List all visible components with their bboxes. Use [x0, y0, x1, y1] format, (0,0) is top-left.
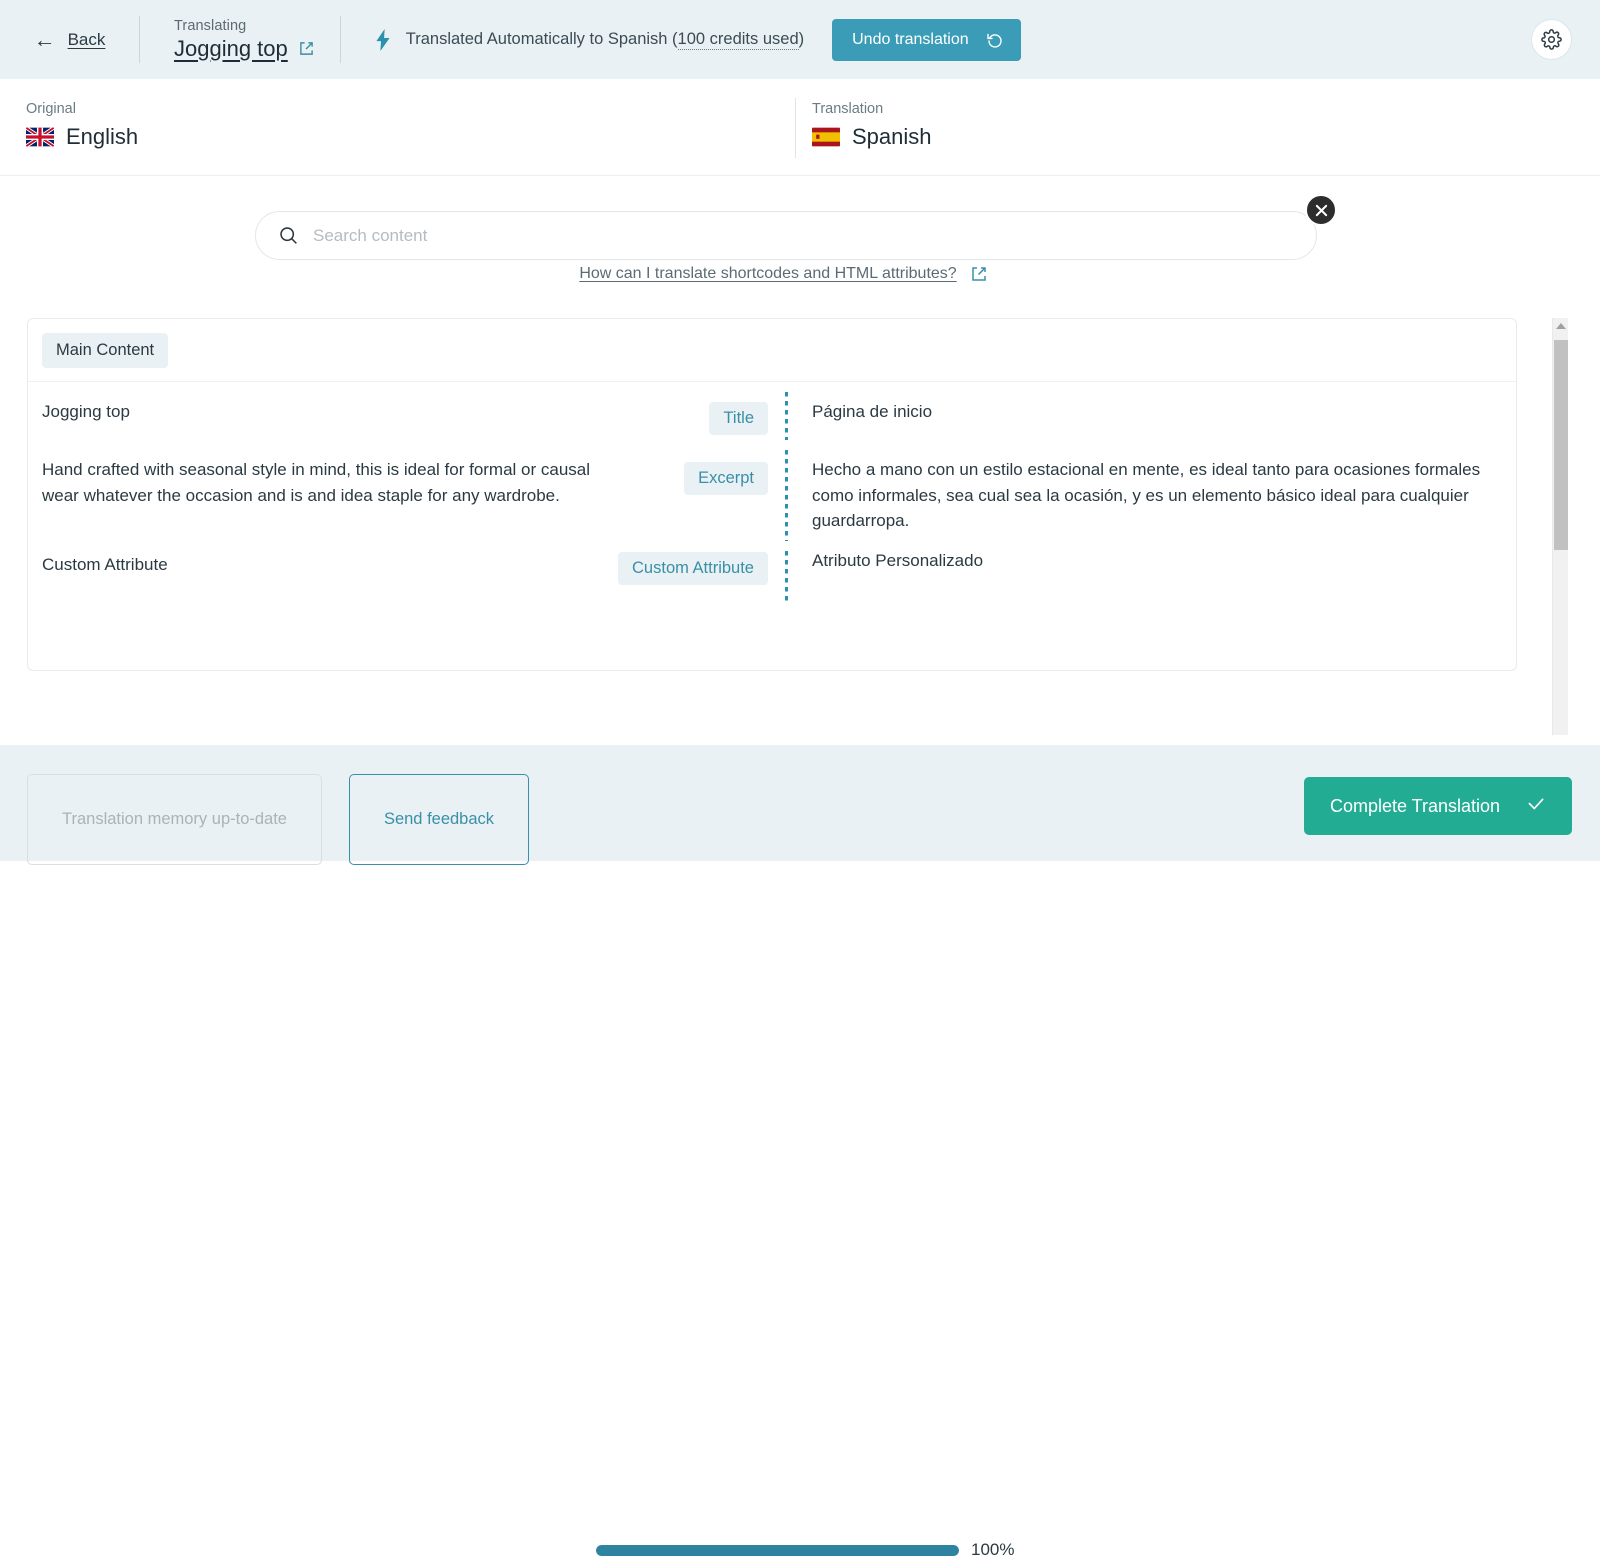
language-divider: [795, 98, 796, 158]
search-icon: [278, 225, 299, 246]
source-text: Jogging top: [42, 402, 130, 421]
top-header-bar: ← Back Translating Jogging top Translate…: [0, 0, 1600, 79]
translation-status-group: Translated Automatically to Spanish (100…: [341, 18, 1021, 61]
table-row: Custom Attribute Custom Attribute Atribu…: [28, 541, 1516, 603]
source-text: Hand crafted with seasonal style in mind…: [42, 460, 591, 505]
target-text[interactable]: Atributo Personalizado: [788, 541, 1516, 574]
close-icon: [1315, 204, 1327, 216]
translating-group: Translating Jogging top: [140, 0, 340, 79]
content-scrollbar[interactable]: [1552, 318, 1568, 735]
original-language-name: English: [66, 124, 139, 149]
target-text[interactable]: Hecho a mano con un estilo estacional en…: [788, 440, 1516, 534]
external-link-icon[interactable]: [299, 41, 314, 56]
translating-caption: Translating: [174, 17, 247, 34]
scroll-up-arrow-icon[interactable]: [1553, 318, 1569, 334]
progress-group: 100%: [596, 1540, 1014, 1560]
status-suffix: ): [798, 30, 805, 48]
help-link-row: How can I translate shortcodes and HTML …: [0, 265, 1566, 283]
progress-bar-track: [596, 1544, 959, 1556]
shortcodes-help-link[interactable]: How can I translate shortcodes and HTML …: [579, 265, 956, 283]
field-label-chip: Title: [709, 402, 768, 435]
undo-translation-label: Undo translation: [852, 30, 969, 48]
complete-translation-label: Complete Translation: [1329, 795, 1501, 816]
flag-uk-icon: [26, 127, 54, 147]
translation-caption: Translation: [812, 101, 884, 117]
original-language-block: Original English: [26, 101, 138, 150]
section-header-row: Main Content: [28, 319, 1516, 382]
field-chip-cell: Excerpt: [603, 440, 785, 495]
lightning-bolt-icon: [374, 28, 392, 51]
arrow-left-icon: ←: [33, 26, 56, 52]
back-button[interactable]: ← Back: [0, 0, 139, 79]
footer-bar: Translation memory up-to-date Send feedb…: [0, 745, 1600, 1559]
progress-bar-fill: [596, 1544, 959, 1556]
undo-arrow-icon: [986, 32, 1003, 48]
flag-spain-icon: [812, 127, 840, 147]
complete-translation-button[interactable]: Complete Translation: [1304, 777, 1572, 835]
search-box[interactable]: [255, 211, 1317, 260]
close-search-button[interactable]: [1305, 194, 1337, 226]
translation-language-block: Translation Spanish: [812, 101, 932, 150]
field-chip-cell: Title: [603, 382, 785, 435]
translating-title-link[interactable]: Jogging top: [174, 36, 288, 62]
credits-used-tooltip[interactable]: 100 credits used: [677, 30, 799, 50]
gear-icon: [1541, 29, 1562, 50]
original-caption: Original: [26, 101, 76, 117]
settings-gear-button[interactable]: [1531, 19, 1572, 60]
status-prefix: Translated Automatically to Spanish (: [405, 30, 678, 48]
checkmark-icon: [1528, 798, 1544, 810]
undo-translation-button[interactable]: Undo translation: [832, 18, 1021, 61]
table-row: Jogging top Title Página de inicio: [28, 382, 1516, 440]
translation-language-name: Spanish: [852, 124, 932, 149]
translation-memory-status-button: Translation memory up-to-date: [27, 774, 322, 865]
target-text[interactable]: Página de inicio: [788, 382, 1516, 425]
scrollbar-thumb[interactable]: [1554, 340, 1568, 550]
source-text: Custom Attribute: [42, 555, 168, 574]
send-feedback-button[interactable]: Send feedback: [349, 774, 529, 865]
progress-percent-label: 100%: [971, 1540, 1015, 1559]
search-area: [255, 194, 1337, 260]
search-input[interactable]: [313, 225, 1316, 246]
back-button-label: Back: [67, 29, 106, 49]
external-link-icon[interactable]: [971, 266, 987, 282]
table-row: Hand crafted with seasonal style in mind…: [28, 440, 1516, 541]
language-strip: Original English Translation Spanish: [0, 79, 1600, 176]
field-label-chip: Custom Attribute: [618, 552, 768, 585]
translation-status-text: Translated Automatically to Spanish (100…: [405, 30, 805, 50]
section-chip-main-content: Main Content: [42, 332, 169, 368]
translation-rows: Jogging top Title Página de inicio Hand …: [28, 382, 1516, 603]
field-chip-cell: Custom Attribute: [603, 541, 785, 585]
translation-content-card: Main Content Jogging top Title Página de…: [27, 318, 1517, 671]
field-label-chip: Excerpt: [684, 462, 768, 495]
